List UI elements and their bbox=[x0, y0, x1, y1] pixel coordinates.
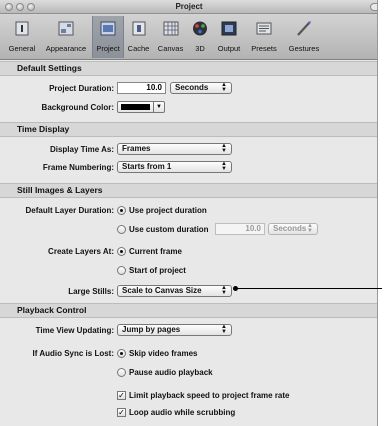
preferences-window: Project General Appearance Project Cache… bbox=[0, 0, 378, 426]
tab-output-label: Output bbox=[217, 44, 241, 53]
popup-arrows-icon: ▲ ▼ bbox=[221, 143, 227, 154]
section-default-settings: Default Settings bbox=[0, 61, 377, 76]
appearance-icon bbox=[58, 21, 74, 36]
skip-video-frames-radio[interactable] bbox=[117, 349, 126, 358]
title-bar: Project bbox=[0, 0, 377, 14]
loop-audio-checkbox[interactable]: ✓ bbox=[117, 408, 126, 417]
project-duration-label: Project Duration: bbox=[49, 84, 114, 93]
current-frame-label: Current frame bbox=[129, 247, 182, 256]
tab-output[interactable]: Output bbox=[212, 16, 246, 58]
use-custom-duration-radio[interactable] bbox=[117, 225, 126, 234]
background-color-label: Background Color: bbox=[41, 103, 114, 112]
display-time-as-label: Display Time As: bbox=[49, 145, 114, 154]
loop-audio-label: Loop audio while scrubbing bbox=[129, 408, 236, 417]
popup-arrows-icon: ▲ ▼ bbox=[221, 82, 227, 93]
use-project-duration-label: Use project duration bbox=[129, 206, 207, 215]
popup-arrows-icon: ▲ ▼ bbox=[221, 161, 227, 172]
start-of-project-radio[interactable] bbox=[117, 266, 126, 275]
custom-duration-field[interactable]: 10.0 bbox=[215, 223, 265, 235]
project-duration-field[interactable]: 10.0 bbox=[117, 82, 166, 94]
tab-cache[interactable]: Cache bbox=[124, 16, 153, 58]
section-playback-control: Playback Control bbox=[0, 303, 377, 318]
tab-gestures-label: Gestures bbox=[288, 44, 320, 53]
popup-arrows-icon: ▲ ▼ bbox=[221, 285, 227, 296]
project-duration-unit-value: Seconds bbox=[175, 83, 209, 92]
display-time-as-value: Frames bbox=[122, 144, 151, 153]
current-frame-radio[interactable] bbox=[117, 247, 126, 256]
tab-3d[interactable]: 3D bbox=[188, 16, 212, 58]
frame-numbering-value: Starts from 1 bbox=[122, 162, 172, 171]
large-stills-label: Large Stills: bbox=[68, 287, 114, 296]
frame-numbering-label: Frame Numbering: bbox=[42, 163, 114, 172]
frame-numbering-popup[interactable]: Starts from 1 ▲ ▼ bbox=[117, 161, 232, 173]
toolbar-toggle-button[interactable] bbox=[370, 3, 377, 11]
project-preferences-pane: Default Settings Project Duration: 10.0 … bbox=[0, 61, 377, 426]
presets-icon bbox=[256, 22, 272, 35]
large-stills-popup[interactable]: Scale to Canvas Size ▲ ▼ bbox=[117, 285, 232, 297]
tab-general-label: General bbox=[8, 44, 36, 53]
window-title: Project bbox=[175, 2, 203, 11]
time-view-updating-value: Jump by pages bbox=[122, 325, 181, 334]
section-still-images-layers: Still Images & Layers bbox=[0, 183, 377, 198]
section-time-display: Time Display bbox=[0, 122, 377, 137]
preferences-toolbar: General Appearance Project Cache Canvas … bbox=[0, 14, 377, 60]
custom-duration-unit-popup[interactable]: Seconds ▲ ▼ bbox=[268, 223, 318, 235]
large-stills-value: Scale to Canvas Size bbox=[122, 286, 202, 295]
tab-project[interactable]: Project bbox=[92, 16, 124, 58]
popup-arrows-icon: ▲ ▼ bbox=[221, 324, 227, 335]
tab-3d-label: 3D bbox=[195, 44, 205, 53]
custom-duration-unit-value: Seconds bbox=[273, 224, 307, 233]
time-view-updating-label: Time View Updating: bbox=[35, 326, 114, 335]
cache-icon bbox=[132, 21, 145, 36]
gestures-icon bbox=[297, 21, 311, 36]
tab-canvas[interactable]: Canvas bbox=[153, 16, 188, 58]
display-time-as-popup[interactable]: Frames ▲ ▼ bbox=[117, 143, 232, 155]
canvas-icon bbox=[163, 21, 178, 36]
time-view-updating-popup[interactable]: Jump by pages ▲ ▼ bbox=[117, 324, 232, 336]
use-custom-duration-label: Use custom duration bbox=[129, 225, 209, 234]
limit-playback-speed-label: Limit playback speed to project frame ra… bbox=[129, 391, 290, 400]
start-of-project-label: Start of project bbox=[129, 266, 186, 275]
tab-appearance[interactable]: Appearance bbox=[40, 16, 92, 58]
audio-sync-label: If Audio Sync is Lost: bbox=[32, 349, 114, 358]
general-icon bbox=[15, 21, 29, 36]
project-duration-unit-popup[interactable]: Seconds ▲ ▼ bbox=[170, 82, 232, 94]
background-color-well[interactable]: ▼ bbox=[117, 101, 165, 113]
chevron-down-icon[interactable]: ▼ bbox=[153, 102, 164, 112]
pause-audio-playback-radio[interactable] bbox=[117, 368, 126, 377]
callout-line bbox=[236, 288, 382, 289]
output-icon bbox=[221, 21, 237, 36]
skip-video-frames-label: Skip video frames bbox=[129, 349, 198, 358]
tab-presets-label: Presets bbox=[251, 44, 277, 53]
background-color-swatch bbox=[121, 104, 150, 110]
tab-canvas-label: Canvas bbox=[157, 44, 184, 53]
callout-dot bbox=[233, 286, 238, 291]
pause-audio-playback-label: Pause audio playback bbox=[129, 368, 213, 377]
limit-playback-speed-checkbox[interactable]: ✓ bbox=[117, 391, 126, 400]
popup-arrows-icon: ▲ ▼ bbox=[307, 223, 313, 234]
tab-appearance-label: Appearance bbox=[45, 44, 87, 53]
use-project-duration-radio[interactable] bbox=[117, 206, 126, 215]
default-layer-duration-label: Default Layer Duration: bbox=[25, 206, 114, 215]
project-icon bbox=[100, 21, 116, 36]
create-layers-at-label: Create Layers At: bbox=[48, 247, 114, 256]
3d-icon bbox=[193, 21, 207, 36]
tab-cache-label: Cache bbox=[127, 44, 150, 53]
tab-project-label: Project bbox=[96, 44, 120, 53]
tab-presets[interactable]: Presets bbox=[246, 16, 282, 58]
tab-general[interactable]: General bbox=[4, 16, 40, 58]
tab-gestures[interactable]: Gestures bbox=[282, 16, 326, 58]
